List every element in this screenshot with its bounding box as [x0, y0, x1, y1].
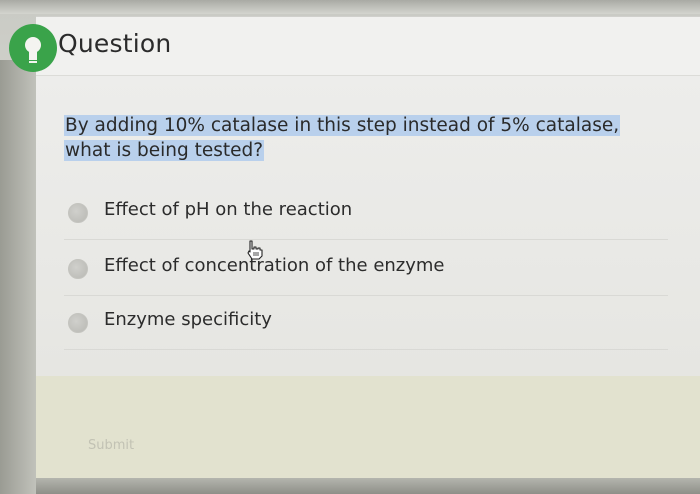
photo-of-screen: Question By adding 10% catalase in this …	[0, 0, 700, 494]
answer-label-1: Effect of pH on the reaction	[104, 199, 353, 220]
radio-button[interactable]	[68, 259, 88, 279]
lightbulb-icon	[9, 24, 57, 72]
monitor-bezel-left	[0, 60, 38, 494]
question-line-2: what is being tested?	[64, 140, 265, 161]
question-line-1: By adding 10% catalase in this step inst…	[64, 115, 621, 136]
answer-label-2: Effect of concentration of the enzyme	[104, 255, 445, 276]
answer-label-3: Enzyme specificity	[104, 309, 272, 330]
submit-button[interactable]: Submit	[88, 438, 134, 453]
question-header: Question	[9, 17, 700, 76]
question-body: By adding 10% catalase in this step inst…	[36, 76, 700, 376]
page-title: Question	[58, 29, 172, 58]
answer-option-3[interactable]: Enzyme specificity	[64, 299, 668, 350]
question-text: By adding 10% catalase in this step inst…	[64, 113, 664, 163]
question-card: Question By adding 10% catalase in this …	[9, 16, 700, 479]
answer-option-1[interactable]: Effect of pH on the reaction	[64, 189, 668, 240]
monitor-bezel-top	[0, 0, 700, 14]
monitor-bezel-bottom	[36, 478, 700, 494]
answer-option-2[interactable]: Effect of concentration of the enzyme	[64, 245, 668, 296]
question-footer: Submit	[36, 376, 700, 479]
radio-button[interactable]	[68, 313, 88, 333]
radio-button[interactable]	[68, 203, 88, 223]
hand-pointer-icon	[247, 240, 263, 260]
